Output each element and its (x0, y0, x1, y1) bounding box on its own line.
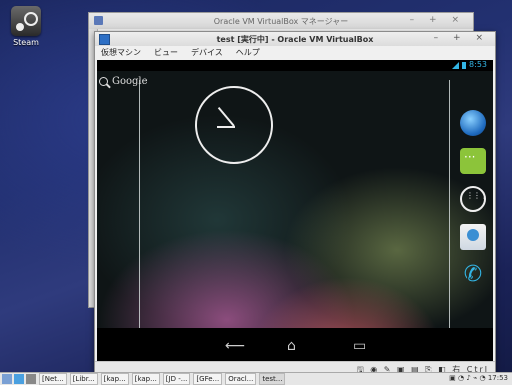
minimize-button[interactable]: – (410, 15, 421, 25)
minimize-button[interactable]: – (434, 33, 445, 43)
menu-help[interactable]: ヘルプ (236, 47, 260, 58)
home-icon[interactable]: ⌂ (287, 338, 296, 354)
menu-devices[interactable]: デバイス (191, 47, 223, 58)
analog-clock-widget[interactable] (195, 86, 273, 164)
taskbar-button[interactable]: [kap... (131, 373, 160, 385)
clock-minute-hand (217, 106, 235, 127)
taskbar-button[interactable]: [JD -... (162, 373, 191, 385)
messaging-icon[interactable] (460, 148, 486, 174)
android-screen[interactable]: 8:53 Google ✆ ⟵ ⌂ ▭ (97, 60, 493, 362)
phone-icon[interactable]: ✆ (460, 262, 486, 288)
taskbar-button[interactable]: [kap... (100, 373, 129, 385)
battery-icon (462, 62, 466, 69)
android-status-bar: 8:53 (97, 60, 493, 71)
quicklaunch-icon[interactable] (26, 374, 36, 384)
taskbar-clock: 17:53 (487, 374, 508, 382)
window-controls[interactable]: – + × (434, 33, 489, 43)
taskbar-button[interactable]: Oracl... (225, 373, 257, 385)
all-apps-icon[interactable] (460, 186, 487, 212)
taskbar-button[interactable]: [GFe... (193, 373, 223, 385)
app-dock: ✆ (457, 110, 489, 300)
close-button[interactable]: × (475, 33, 489, 43)
desktop-icon-label: Steam (13, 38, 39, 47)
title-bar[interactable]: Oracle VM VirtualBox マネージャー – + × (89, 13, 473, 29)
menu-view[interactable]: ビュー (154, 47, 178, 58)
contacts-icon[interactable] (460, 224, 486, 250)
taskbar: [Net... [Libr... [kap... [kap... [JD -..… (0, 372, 512, 385)
system-tray[interactable]: ▣ ◔ ♪ ⌁ ◔ 17:53 (449, 374, 508, 382)
vm-window[interactable]: test [実行中] - Oracle VM VirtualBox – + × … (94, 31, 496, 377)
signal-icon (452, 62, 459, 69)
quicklaunch-icon[interactable] (14, 374, 24, 384)
status-time: 8:53 (469, 60, 487, 69)
browser-icon[interactable] (460, 110, 486, 136)
tray-icons[interactable]: ▣ ◔ ♪ ⌁ ◔ (449, 374, 485, 382)
android-nav-bar: ⟵ ⌂ ▭ (97, 328, 493, 362)
maximize-button[interactable]: + (453, 33, 467, 43)
title-bar[interactable]: test [実行中] - Oracle VM VirtualBox – + × (95, 32, 495, 46)
menu-bar: 仮想マシン ビュー デバイス ヘルプ (95, 46, 495, 59)
steam-icon (11, 6, 41, 36)
search-icon[interactable] (99, 77, 108, 86)
menu-machine[interactable]: 仮想マシン (101, 47, 141, 58)
back-icon[interactable]: ⟵ (225, 338, 245, 354)
maximize-button[interactable]: + (429, 15, 443, 25)
recent-apps-icon[interactable]: ▭ (353, 338, 366, 354)
home-page-divider-left (139, 80, 140, 328)
close-button[interactable]: × (451, 15, 465, 25)
taskbar-button-active[interactable]: test... (259, 373, 286, 385)
start-menu-icon[interactable] (2, 374, 12, 384)
taskbar-button[interactable]: [Libr... (69, 373, 98, 385)
desktop-icon-steam[interactable]: Steam (6, 6, 46, 47)
google-search-label[interactable]: Google (112, 76, 148, 87)
home-page-divider-right (449, 80, 450, 328)
window-controls[interactable]: – + × (410, 15, 465, 25)
taskbar-button[interactable]: [Net... (39, 373, 67, 385)
